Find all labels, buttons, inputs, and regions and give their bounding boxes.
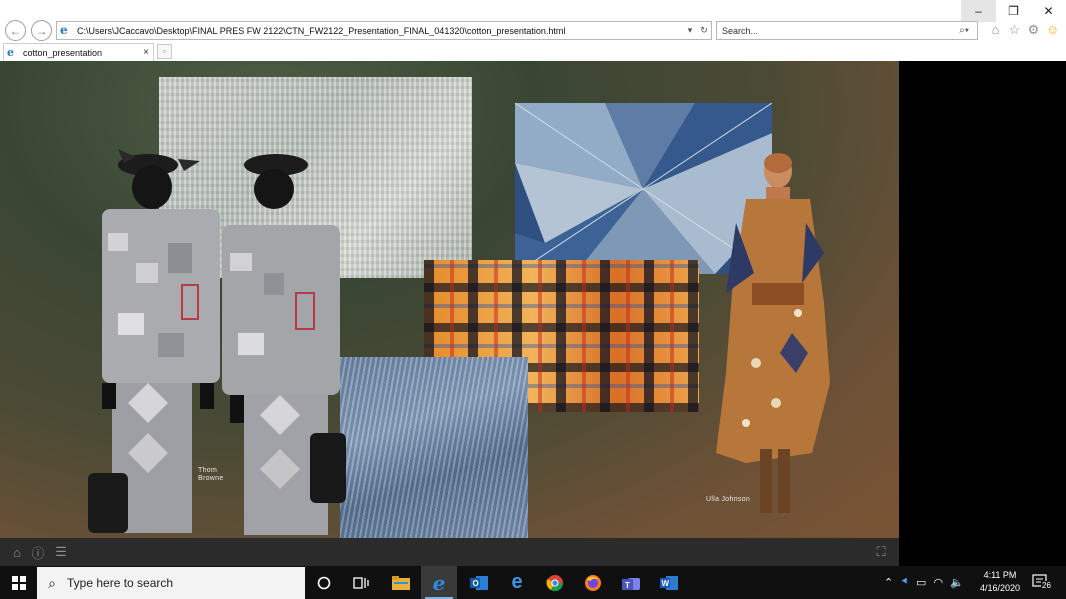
svg-text:T: T (625, 581, 630, 590)
tab-page-icon: e (7, 46, 14, 59)
chrome-button[interactable] (537, 566, 573, 599)
edge-icon: e (511, 571, 523, 593)
ulla-johnson-model-graphic (716, 153, 830, 513)
caption-thom-browne-line2: Browne (198, 475, 224, 482)
search-icon[interactable]: ⌕▾ (951, 25, 977, 36)
fullscreen-icon[interactable]: ⛶ (873, 544, 889, 560)
outlook-button[interactable]: O (461, 566, 497, 599)
system-tray: ⌃ ⯇ ▭ ◠ 🔈 (884, 566, 964, 599)
cortana-button[interactable] (306, 566, 342, 599)
wifi-icon[interactable]: ◠ (933, 576, 943, 589)
taskbar-search-input[interactable]: Type here to search (67, 576, 173, 590)
ulla-johnson-model-image (706, 153, 838, 523)
search-icon: ⌕ (48, 574, 56, 591)
tab-close-icon[interactable]: × (139, 47, 153, 58)
battery-icon[interactable]: ▭ (916, 576, 926, 589)
volume-icon[interactable]: 🔈 (950, 576, 964, 589)
caption-ulla-johnson: Ulla Johnson (706, 496, 751, 503)
search-box[interactable]: Search... ⌕▾ (716, 21, 978, 40)
black-margin (899, 61, 1066, 566)
teams-icon: T (622, 577, 640, 590)
page-icon: e (60, 23, 68, 37)
thom-browne-models-image: Thom Browne (88, 143, 350, 538)
address-text[interactable]: C:\Users\JCaccavo\Desktop\FINAL PRES FW … (77, 26, 683, 36)
browser-chrome: – ❐ ✕ ← → e C:\Users\JCaccavo\Desktop\FI… (0, 0, 1066, 61)
presentation-slide: Thom Browne Ulla Johnson (0, 61, 899, 538)
chrome-icon (546, 574, 564, 591)
info-icon[interactable]: ⓘ (30, 544, 46, 561)
clock-time: 4:11 PM (983, 570, 1017, 580)
browser-toolbar-icons: ⌂ ☆ ⚙ ☺ (988, 22, 1060, 38)
corduroy-fabric-image (340, 357, 528, 538)
file-explorer-icon (392, 575, 410, 590)
firefox-button[interactable] (575, 566, 611, 599)
close-window-button[interactable]: ✕ (1031, 0, 1066, 22)
address-dropdown-icon[interactable]: ▾ (683, 25, 697, 36)
home-icon[interactable]: ⌂ (988, 22, 1003, 37)
tab-title: cotton_presentation (23, 47, 103, 58)
forward-button[interactable]: → (31, 20, 52, 41)
notification-count: 26 (1041, 581, 1052, 590)
file-explorer-button[interactable] (383, 566, 419, 599)
task-view-button[interactable] (343, 566, 379, 599)
menu-icon[interactable]: ☰ (53, 544, 69, 560)
feedback-smiley-icon[interactable]: ☺ (1045, 22, 1060, 37)
teams-button[interactable]: T (613, 566, 649, 599)
home-icon[interactable]: ⌂ (9, 544, 25, 560)
back-button[interactable]: ← (5, 20, 26, 41)
windows-taskbar: ⌕ Type here to search e O e T W ⌃ ⯇ ▭ ◠ … (0, 566, 1066, 599)
internet-explorer-button[interactable]: e (421, 566, 457, 599)
system-clock[interactable]: 4:11 PM 4/16/2020 (972, 569, 1028, 595)
restore-button[interactable]: ❐ (996, 0, 1031, 22)
word-icon: W (660, 575, 678, 590)
svg-text:O: O (473, 579, 479, 588)
edge-button[interactable]: e (499, 566, 535, 599)
search-input[interactable]: Search... (717, 26, 951, 36)
caption-thom-browne: Thom Browne (198, 467, 224, 483)
malwarebytes-icon[interactable]: ⯇ (900, 576, 909, 589)
presentation-toolbar: ⌂ ⓘ ☰ ⛶ (0, 538, 899, 566)
refresh-icon[interactable]: ↻ (697, 25, 711, 36)
address-bar[interactable]: e C:\Users\JCaccavo\Desktop\FINAL PRES F… (56, 21, 712, 40)
svg-text:W: W (662, 579, 670, 588)
show-hidden-icons-icon[interactable]: ⌃ (884, 576, 893, 589)
firefox-icon (585, 574, 601, 591)
outlook-icon: O (470, 575, 488, 590)
screen: – ❐ ✕ ← → e C:\Users\JCaccavo\Desktop\FI… (0, 0, 1066, 599)
word-button[interactable]: W (651, 566, 687, 599)
clock-date: 4/16/2020 (979, 583, 1021, 593)
minimize-button[interactable]: – (961, 0, 996, 22)
window-controls: – ❐ ✕ (961, 0, 1066, 22)
cortana-icon (317, 576, 331, 589)
task-view-icon (353, 576, 369, 589)
tab-cotton-presentation[interactable]: e cotton_presentation × (3, 43, 154, 61)
start-button[interactable] (0, 566, 37, 599)
action-center-button[interactable]: 26 (1031, 573, 1053, 591)
forward-arrow-icon: → (35, 23, 48, 38)
favorites-star-icon[interactable]: ☆ (1007, 22, 1022, 37)
new-tab-button[interactable]: ▫ (157, 44, 172, 59)
taskbar-search[interactable]: ⌕ Type here to search (37, 567, 305, 599)
settings-gear-icon[interactable]: ⚙ (1026, 22, 1041, 37)
windows-logo-icon (11, 575, 26, 590)
internet-explorer-icon: e (432, 570, 446, 595)
back-arrow-icon: ← (9, 23, 22, 38)
caption-thom-browne-line1: Thom (198, 467, 218, 474)
